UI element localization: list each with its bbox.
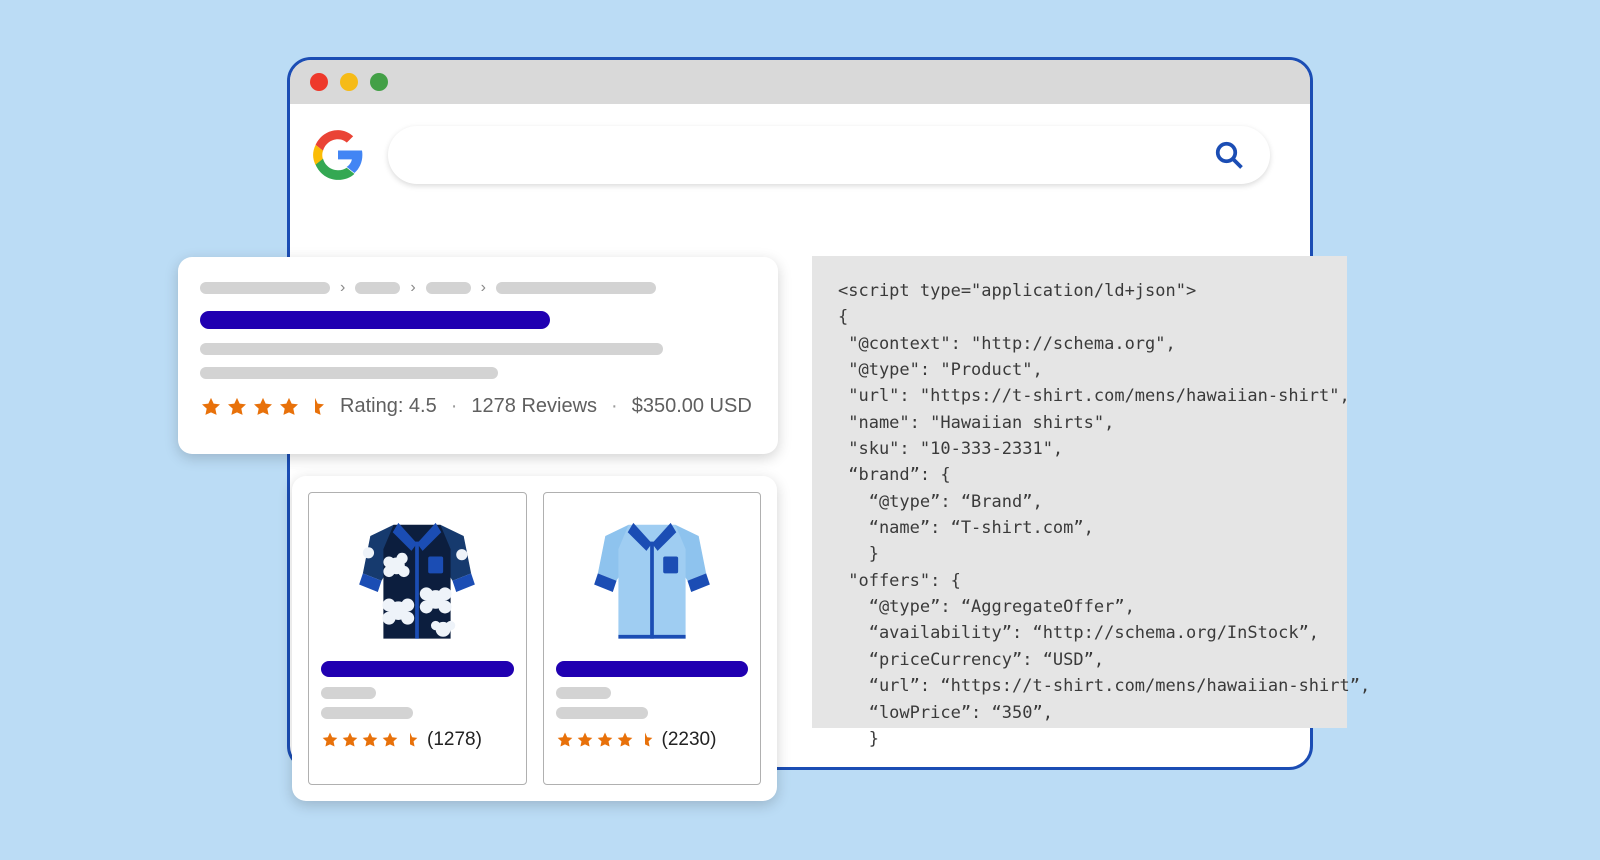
result-meta: Rating: 4.5 · 1278 Reviews · $350.00 USD [200,395,756,418]
product-title-placeholder [556,661,749,677]
result-snippet-placeholder [200,367,498,379]
star-icon [381,731,399,749]
search-input[interactable] [388,126,1270,184]
minimize-icon[interactable] [340,73,358,91]
chevron-right-icon: › [410,279,415,297]
star-icon [596,731,614,749]
product-text-placeholder [556,687,611,699]
star-half-icon [401,731,419,749]
result-snippet-placeholder [200,343,663,355]
star-icon [616,731,634,749]
product-card[interactable]: (2230) [543,492,762,785]
star-icon [361,731,379,749]
star-icon [252,396,274,418]
star-icon [556,731,574,749]
products-panel: (1278) (2230) [292,476,777,801]
product-text-placeholder [321,707,413,719]
star-half-icon [636,731,654,749]
star-icon [576,731,594,749]
maximize-icon[interactable] [370,73,388,91]
code-content: <script type="application/ld+json"> { "@… [838,281,1370,749]
search-row [290,104,1310,212]
star-rating [556,731,654,749]
star-icon [226,396,248,418]
product-card[interactable]: (1278) [308,492,527,785]
product-image-hawaiian-dark [342,508,492,648]
star-rating [200,396,326,418]
star-half-icon [304,396,326,418]
reviews-label: 1278 Reviews [471,395,597,418]
close-icon[interactable] [310,73,328,91]
star-icon [321,731,339,749]
product-title-placeholder [321,661,514,677]
code-panel: <script type="application/ld+json"> { "@… [812,256,1347,728]
rating-label: Rating: 4.5 [340,395,437,418]
chevron-right-icon: › [340,279,345,297]
star-icon [200,396,222,418]
google-logo-icon [312,129,364,181]
product-text-placeholder [556,707,648,719]
chevron-right-icon: › [481,279,486,297]
star-icon [341,731,359,749]
separator: · [611,395,618,418]
search-icon [1214,140,1244,170]
star-icon [278,396,300,418]
titlebar [290,60,1310,104]
result-title-placeholder[interactable] [200,311,550,329]
product-image-hawaiian-light [577,508,727,648]
search-result-card: › › › Rating: 4.5 · 1278 Reviews · $350.… [178,257,778,454]
breadcrumb: › › › [200,279,756,297]
product-review-count: (2230) [662,729,717,751]
product-review-count: (1278) [427,729,482,751]
star-rating [321,731,419,749]
separator: · [451,395,458,418]
price-label: $350.00 USD [632,395,752,418]
product-text-placeholder [321,687,376,699]
